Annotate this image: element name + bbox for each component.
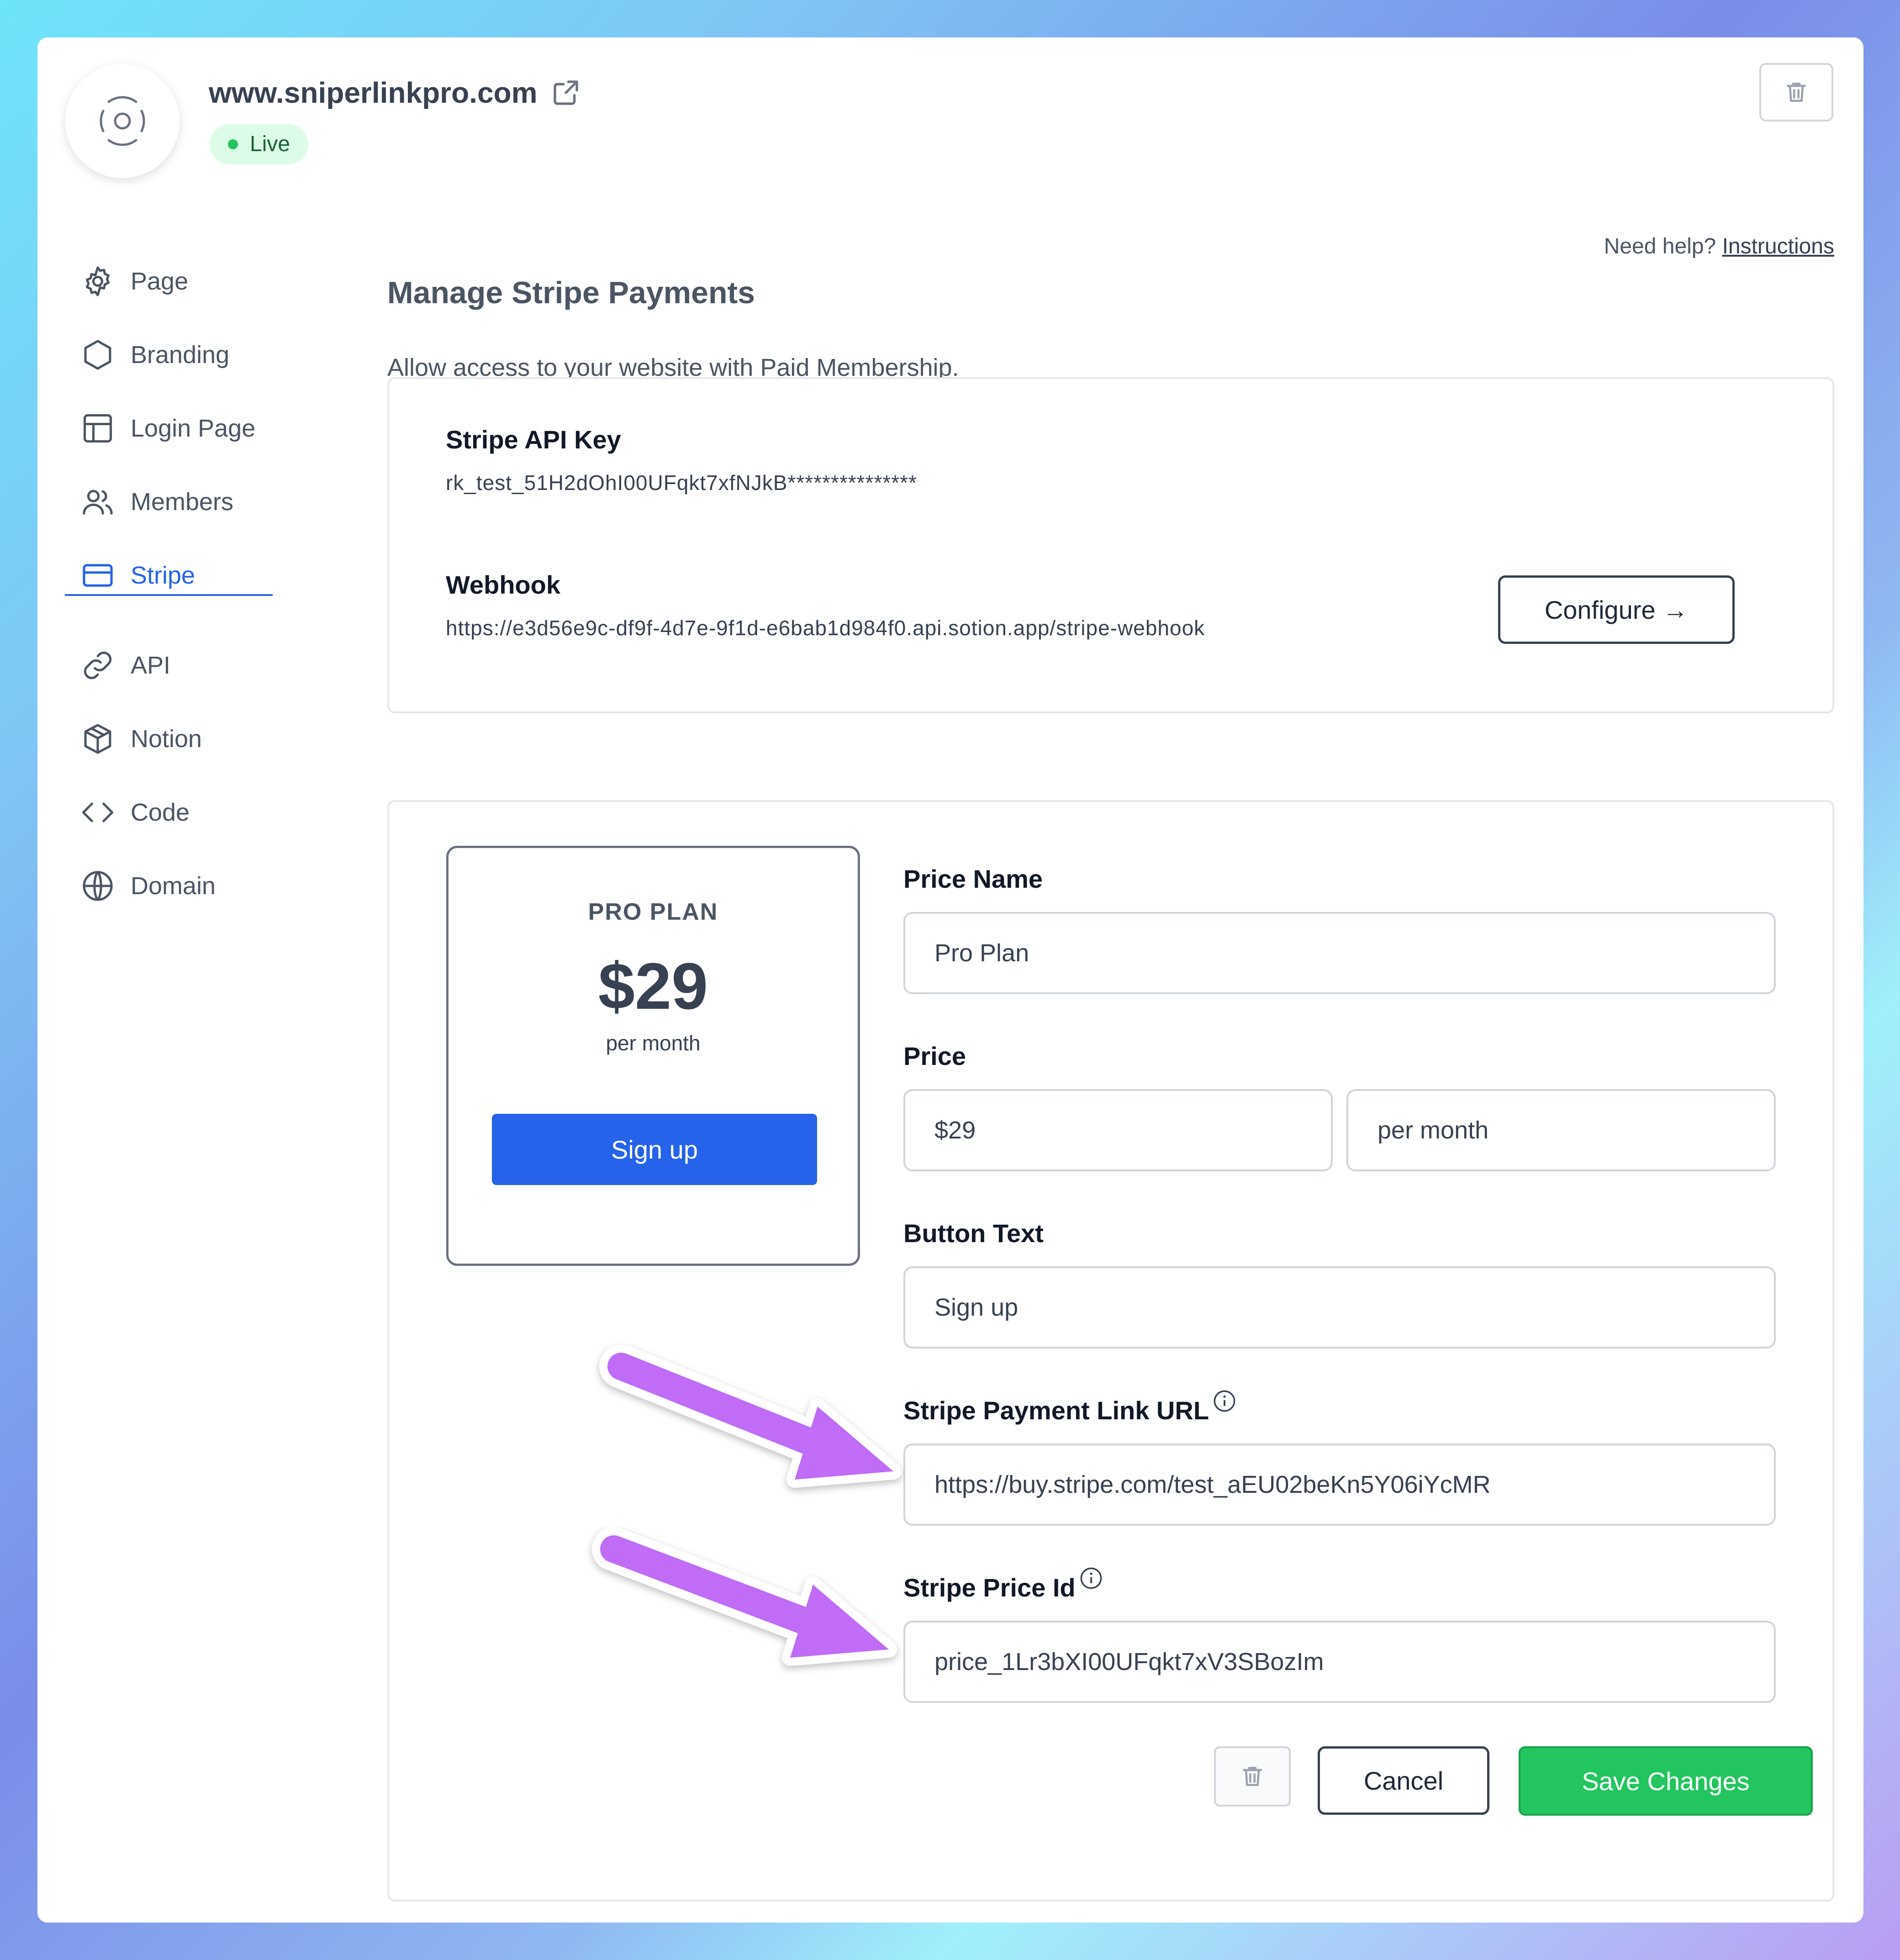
arrow-to-payment-link [599, 1344, 902, 1488]
arrow-to-price-id [592, 1527, 897, 1666]
annotation-arrows [592, 1344, 902, 1666]
